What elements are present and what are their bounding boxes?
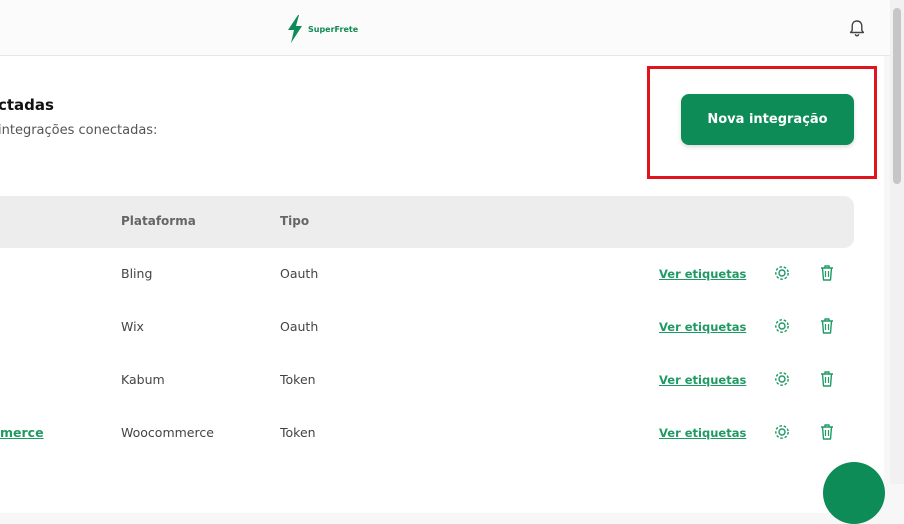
type-cell: Oauth — [280, 319, 319, 334]
new-integration-label: Nova integração — [707, 112, 828, 127]
type-cell: Token — [280, 372, 316, 387]
trash-icon[interactable] — [817, 316, 837, 336]
page-subtitle: integrações conectadas: — [0, 123, 158, 138]
table-header: Plataforma Tipo — [0, 196, 854, 248]
bell-icon[interactable] — [849, 19, 865, 41]
logo-text: SuperFrete — [308, 24, 359, 34]
platform-cell: Wix — [121, 319, 144, 334]
table-row-partial — [0, 460, 854, 513]
trash-icon[interactable] — [817, 369, 837, 389]
top-bar: SuperFrete — [0, 0, 904, 56]
column-header-tipo: Tipo — [280, 214, 310, 228]
type-cell: Token — [280, 425, 316, 440]
trash-icon[interactable] — [817, 263, 837, 283]
settings-gear-icon[interactable] — [772, 369, 792, 389]
scrollbar-thumb[interactable] — [893, 8, 901, 184]
ver-etiquetas-link[interactable]: Ver etiquetas — [659, 320, 746, 334]
table-row: merce Woocommerce Token Ver etiquetas — [0, 407, 854, 461]
settings-gear-icon[interactable] — [772, 316, 792, 336]
platform-cell: Bling — [121, 266, 153, 281]
bolt-icon — [288, 15, 302, 43]
integration-name-link[interactable]: merce — [0, 425, 44, 440]
new-integration-button[interactable]: Nova integração — [681, 94, 854, 145]
table-row: Wix Oauth Ver etiquetas — [0, 301, 854, 355]
column-header-plataforma: Plataforma — [121, 214, 196, 228]
ver-etiquetas-link[interactable]: Ver etiquetas — [659, 426, 746, 440]
settings-gear-icon[interactable] — [772, 263, 792, 283]
platform-cell: Kabum — [121, 372, 165, 387]
page-title: ctadas — [0, 96, 54, 114]
trash-icon[interactable] — [817, 422, 837, 442]
ver-etiquetas-link[interactable]: Ver etiquetas — [659, 373, 746, 387]
superfrete-logo[interactable]: SuperFrete — [285, 14, 358, 44]
platform-cell: Woocommerce — [121, 425, 214, 440]
table-row: Bling Oauth Ver etiquetas — [0, 248, 854, 302]
type-cell: Oauth — [280, 266, 319, 281]
chat-fab-button[interactable] — [823, 462, 885, 524]
settings-gear-icon[interactable] — [772, 422, 792, 442]
ver-etiquetas-link[interactable]: Ver etiquetas — [659, 267, 746, 281]
table-row: Kabum Token Ver etiquetas — [0, 354, 854, 408]
